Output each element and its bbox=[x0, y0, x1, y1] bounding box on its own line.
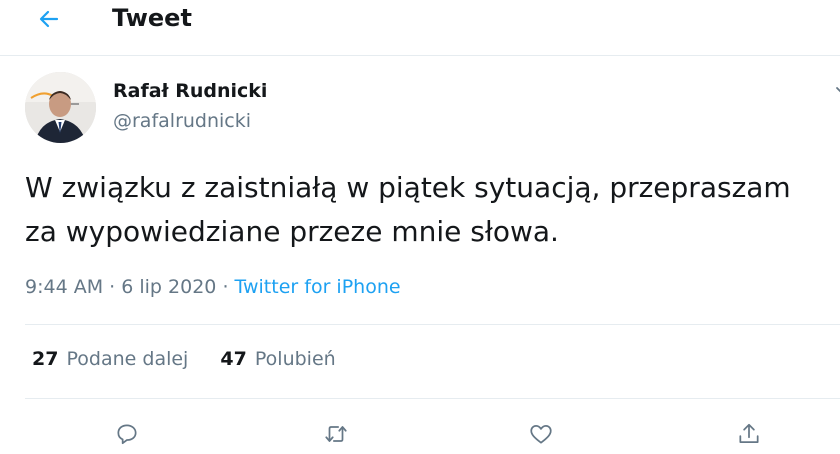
tweet-header: Tweet bbox=[0, 0, 840, 56]
likes-stat[interactable]: 47 Polubień bbox=[220, 348, 335, 370]
back-button[interactable] bbox=[34, 4, 64, 34]
avatar-photo bbox=[25, 72, 96, 143]
share-button[interactable] bbox=[733, 418, 765, 450]
tweet-actions bbox=[0, 414, 840, 454]
author-name[interactable]: Rafał Rudnicki bbox=[113, 80, 267, 102]
tweet-source-link[interactable]: Twitter for iPhone bbox=[235, 276, 401, 298]
tweet-text: W związku z zaistniałą w piątek sytuacją… bbox=[25, 171, 791, 248]
retweets-stat[interactable]: 27 Podane dalej bbox=[32, 348, 188, 370]
retweet-button[interactable] bbox=[320, 418, 352, 450]
page-title: Tweet bbox=[112, 4, 192, 32]
tweet-date[interactable]: 6 lip 2020 bbox=[121, 276, 216, 298]
like-icon bbox=[530, 425, 552, 444]
retweet-icon bbox=[325, 426, 347, 442]
meta-separator: · bbox=[222, 276, 229, 298]
retweets-count: 27 bbox=[32, 348, 59, 370]
tweet-time[interactable]: 9:44 AM bbox=[25, 276, 103, 298]
reply-button[interactable] bbox=[111, 418, 143, 450]
like-button[interactable] bbox=[525, 418, 557, 450]
meta-separator: · bbox=[109, 276, 116, 298]
avatar[interactable] bbox=[25, 72, 96, 143]
retweets-label: Podane dalej bbox=[66, 348, 189, 370]
likes-count: 47 bbox=[220, 348, 247, 370]
share-icon bbox=[739, 423, 759, 443]
arrow-left-icon bbox=[39, 10, 59, 28]
tweet-metadata: 9:44 AM · 6 lip 2020 · Twitter for iPhon… bbox=[25, 276, 401, 298]
chevron-down-icon[interactable] bbox=[834, 82, 840, 98]
reply-icon bbox=[117, 424, 137, 445]
likes-label: Polubień bbox=[254, 348, 336, 370]
author-handle[interactable]: @rafalrudnicki bbox=[113, 110, 251, 132]
divider bbox=[25, 324, 840, 325]
tweet-stats: 27 Podane dalej 47 Polubień bbox=[32, 348, 362, 370]
divider bbox=[25, 398, 840, 399]
tweet-author: Rafał Rudnicki @rafalrudnicki bbox=[25, 72, 840, 144]
